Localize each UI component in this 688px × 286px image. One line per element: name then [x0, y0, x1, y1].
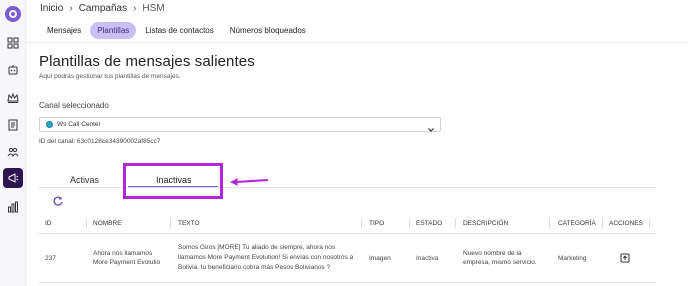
cell-tipo: Imagen: [369, 255, 391, 262]
header-divider: [26, 42, 688, 43]
page-subtitle: Aquí podrás gestionar tus plantillas de …: [39, 73, 181, 80]
column-divider: [649, 219, 650, 228]
col-descripcion: DESCRIPCIÓN: [463, 220, 509, 227]
col-nombre: NOMBRE: [93, 220, 122, 227]
breadcrumb-current: HSM: [142, 3, 165, 14]
tab-listas-contactos[interactable]: Listas de contactos: [138, 22, 220, 39]
table-header: ID NOMBRE TEXTO TIPO ESTADO DESCRIPCIÓN …: [39, 213, 656, 234]
activate-template-icon[interactable]: [620, 253, 630, 263]
cell-descripcion-line1: Nuevo nombre de la: [463, 250, 522, 257]
refresh-icon[interactable]: [52, 195, 64, 207]
cell-texto-line2: llamamos More Payment Evolution! Si enví…: [178, 254, 354, 261]
annotation-highlight-box: [123, 163, 223, 199]
section-tabs: Mensajes Plantillas Listas de contactos …: [40, 22, 313, 39]
crown-icon[interactable]: [7, 92, 19, 104]
column-divider: [170, 219, 171, 228]
left-rail: [0, 0, 26, 286]
app-logo-icon[interactable]: [5, 6, 21, 22]
cell-descripcion-line2: empresa, mismo servicio.: [463, 259, 537, 266]
campaigns-icon[interactable]: [7, 172, 19, 184]
table-row: 237 Ahora nos llamamos More Payment Evol…: [39, 238, 656, 280]
users-icon[interactable]: [7, 146, 19, 158]
table-bottom-border: [39, 282, 656, 283]
cell-id: 237: [45, 255, 56, 262]
cell-estado: Inactiva: [416, 255, 439, 262]
bar-chart-icon[interactable]: [7, 201, 19, 213]
col-texto: TEXTO: [178, 220, 200, 227]
tab-activas[interactable]: Activas: [70, 175, 99, 185]
cell-nombre-line2: More Payment Evolutio: [93, 259, 161, 266]
col-tipo: TIPO: [369, 220, 385, 227]
cell-texto-line3: Bolivia, tu beneficiario cobra más Pesos…: [178, 264, 331, 271]
breadcrumb-section[interactable]: Campañas: [79, 3, 127, 14]
channel-selected-value: Ws Call Center: [57, 121, 101, 128]
chevron-down-icon: [427, 121, 435, 132]
column-divider: [602, 219, 603, 228]
chevron-right-icon: ›: [133, 3, 137, 14]
col-estado: ESTADO: [416, 220, 443, 227]
dashboard-icon[interactable]: [7, 37, 19, 49]
channel-status-icon: [46, 121, 53, 128]
col-acciones: ACCIONES: [609, 220, 643, 227]
column-divider: [86, 219, 87, 228]
chevron-right-icon: ›: [69, 3, 73, 14]
tab-plantillas[interactable]: Plantillas: [90, 22, 137, 39]
cell-nombre-line1: Ahora nos llamamos: [93, 250, 153, 257]
page-title: Plantillas de mensajes salientes: [39, 53, 255, 70]
column-divider: [455, 219, 456, 228]
tab-mensajes[interactable]: Mensajes: [40, 22, 88, 39]
channel-select[interactable]: Ws Call Center: [39, 117, 441, 132]
breadcrumb: Inicio › Campañas › HSM: [40, 3, 165, 14]
breadcrumb-home[interactable]: Inicio: [40, 3, 63, 14]
annotation-arrow-icon: [230, 178, 269, 186]
channel-label: Canal seleccionado: [39, 101, 109, 110]
tab-numeros-bloqueados[interactable]: Números bloqueados: [223, 22, 313, 39]
channel-id-text: ID del canal: 63c0128ce34390002af85cc7: [39, 138, 161, 145]
column-divider: [361, 219, 362, 228]
document-icon[interactable]: [7, 119, 19, 131]
col-categoria: CATEGORÍA: [558, 220, 596, 227]
column-divider: [409, 219, 410, 228]
column-divider: [549, 219, 550, 228]
cell-categoria: Marketing: [558, 255, 587, 262]
cell-texto-line1: Somos Giros [MORE] Tu aliado de siempre,…: [178, 244, 336, 251]
bot-icon[interactable]: [7, 64, 19, 76]
col-id: ID: [45, 220, 52, 227]
